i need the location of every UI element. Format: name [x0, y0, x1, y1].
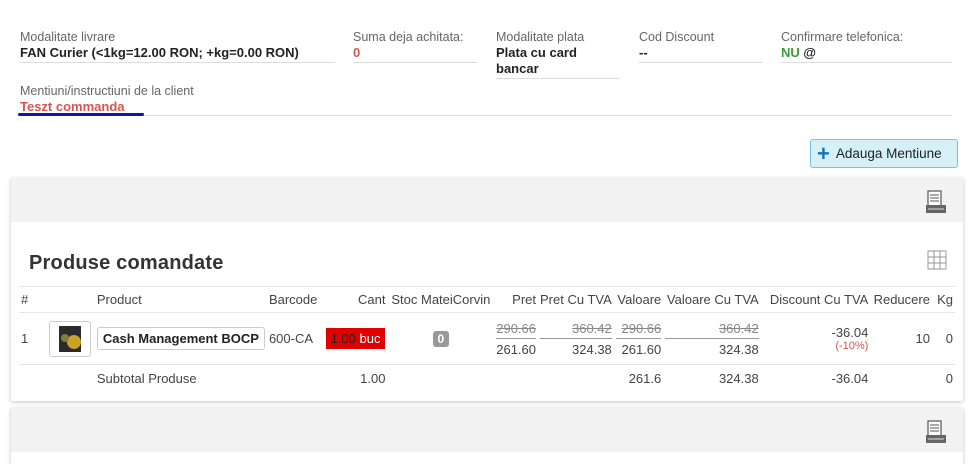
secondary-panel-header — [11, 408, 963, 452]
col-value: Valoare — [613, 286, 664, 313]
payment-value: Plata cu card bancar — [496, 45, 620, 79]
value-vat-old: 360.42 — [665, 321, 759, 339]
price-vat: 324.38 — [572, 341, 612, 357]
price: 261.60 — [496, 341, 536, 357]
discount-vat: -36.04 — [831, 325, 869, 340]
client-notes-label: Mentiuni/instructiuni de la client — [20, 84, 194, 98]
col-discount-vat: Discount Cu TVA — [760, 286, 871, 313]
col-index: # — [19, 286, 48, 313]
invoice-icon[interactable] — [925, 420, 947, 444]
value-old: 290.66 — [615, 321, 662, 339]
col-price: Pret — [494, 286, 538, 313]
table-header-row: # Product Barcode Cant Stoc MateiCorvin … — [19, 286, 955, 313]
col-value-vat: Valoare Cu TVA — [663, 286, 761, 313]
row-qty: 1.00 — [330, 331, 356, 346]
row-barcode: 600-CA — [266, 312, 324, 365]
payment-field: Modalitate plata Plata cu card bancar — [496, 30, 620, 79]
discount-code-field: Cod Discount -- — [639, 30, 763, 63]
phone-confirm-status: NU — [781, 45, 800, 60]
subtotal-value: 261.6 — [628, 371, 662, 387]
col-stock: Stoc MateiCorvin — [387, 286, 495, 313]
products-title: Produse comandate — [29, 252, 224, 274]
reduction: 10 — [870, 312, 932, 365]
col-product: Product — [94, 286, 267, 313]
subtotal-label: Subtotal Produse — [96, 371, 197, 387]
phone-confirm-field: Confirmare telefonica: NU @ — [781, 30, 952, 63]
paid-field: Suma deja achitata: 0 — [353, 30, 477, 63]
subtotal-row: Subtotal Produse 1.00 261.6 324.38 -36.0… — [19, 365, 955, 393]
plus-icon: + — [817, 140, 830, 166]
phone-confirm-suffix: @ — [803, 45, 817, 60]
table-row: 1 Cash Management BOCP 600-CA 1.00 buc 0… — [19, 312, 955, 365]
phone-confirm-value: NU @ — [781, 45, 952, 63]
subtotal-qty: 1.00 — [360, 371, 386, 387]
client-notes-value: Teszt commanda — [20, 99, 125, 114]
delivery-field: Modalitate livrare FAN Curier (<1kg=12.0… — [20, 30, 335, 63]
value: 261.60 — [621, 341, 662, 357]
value-vat: 324.38 — [718, 341, 759, 357]
phone-confirm-label: Confirmare telefonica: — [781, 30, 904, 44]
price-old: 290.66 — [496, 321, 536, 339]
price-vat-old: 360.42 — [540, 321, 612, 339]
subtotal-kg: 0 — [945, 371, 953, 387]
payment-label: Modalitate plata — [496, 30, 585, 44]
col-price-vat: Pret Cu TVA — [538, 286, 614, 313]
order-info-row: Modalitate livrare FAN Curier (<1kg=12.0… — [0, 30, 969, 80]
col-barcode: Barcode — [266, 286, 324, 313]
product-thumbnail[interactable] — [49, 320, 92, 357]
stock-badge: 0 — [432, 330, 450, 347]
product-name-link[interactable]: Cash Management BOCP — [96, 327, 265, 350]
add-mention-button[interactable]: + Adauga Mentiune — [810, 139, 958, 168]
grid-icon[interactable] — [927, 250, 947, 270]
delivery-label: Modalitate livrare — [20, 30, 116, 44]
col-kg: Kg — [931, 286, 955, 313]
annotation-underline — [18, 113, 144, 116]
subtotal-value-vat: 324.38 — [718, 371, 759, 387]
invoice-icon[interactable] — [925, 190, 947, 214]
products-table: # Product Barcode Cant Stoc MateiCorvin … — [19, 286, 955, 393]
col-reduction: Reducere — [870, 286, 932, 313]
qty-badge[interactable]: 1.00 buc — [325, 328, 386, 349]
discount-code-value: -- — [639, 45, 763, 63]
discount-pct: (-10%) — [835, 340, 869, 352]
client-notes: Mentiuni/instructiuni de la client Teszt… — [20, 84, 952, 116]
paid-label: Suma deja achitata: — [353, 30, 464, 44]
add-mention-label: Adauga Mentiune — [835, 146, 942, 161]
discount-code-label: Cod Discount — [639, 30, 715, 44]
subtotal-discount-vat: -36.04 — [831, 371, 869, 387]
row-unit: buc — [359, 331, 381, 346]
paid-value: 0 — [353, 45, 477, 63]
delivery-value: FAN Curier (<1kg=12.00 RON; +kg=0.00 RON… — [20, 45, 335, 63]
secondary-panel — [11, 408, 963, 464]
products-panel-header — [11, 178, 963, 222]
kg: 0 — [931, 312, 955, 365]
col-qty: Cant — [323, 286, 388, 313]
products-panel: Produse comandate # Product Barcode Cant… — [11, 178, 963, 401]
row-index: 1 — [19, 312, 48, 365]
